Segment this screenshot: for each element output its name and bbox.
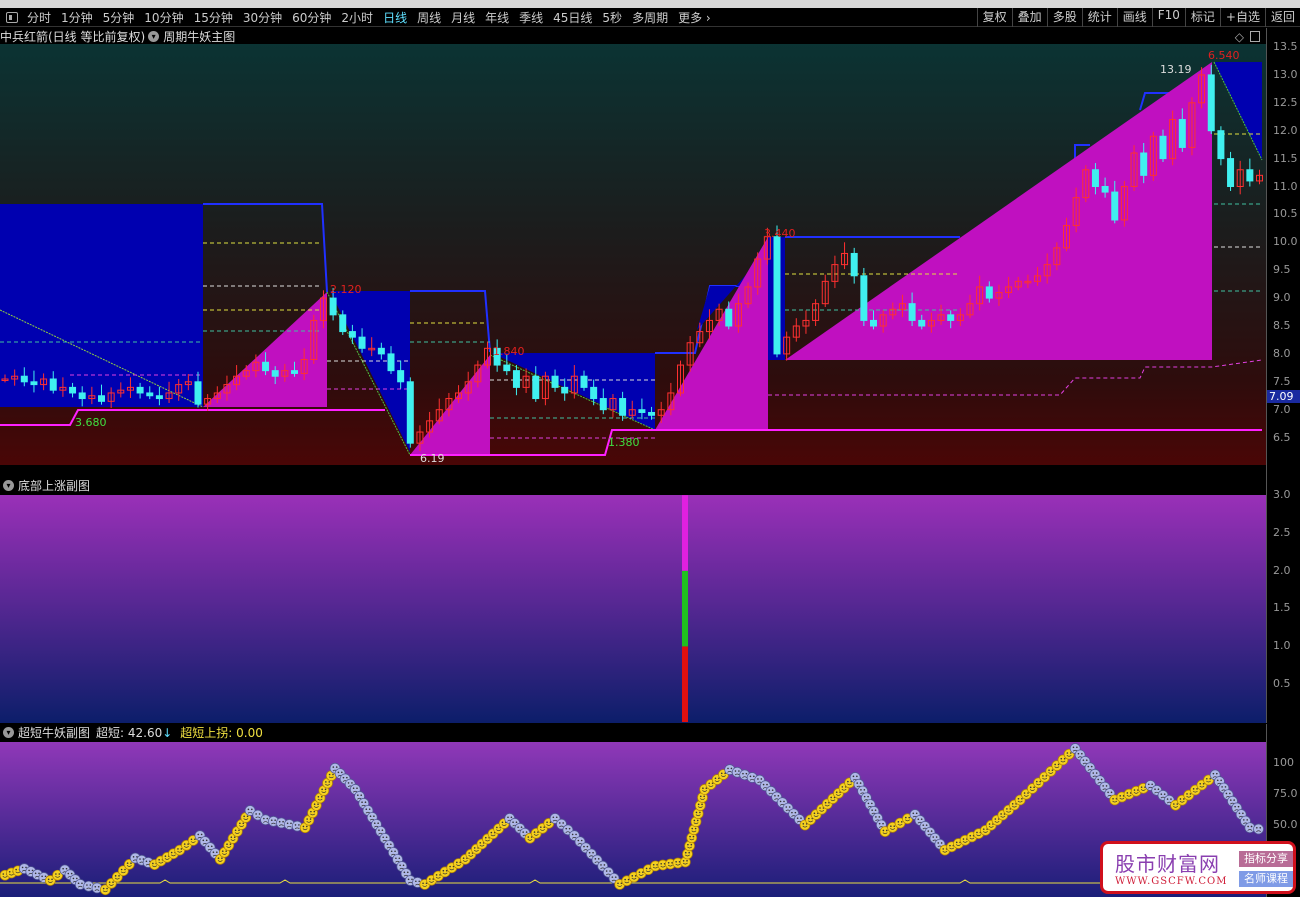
panel-toggle-icon[interactable] (6, 11, 18, 23)
period-tab[interactable]: 年线 (480, 9, 514, 26)
candle (1207, 64, 1215, 135)
axis-tick-label: 9.5 (1273, 263, 1291, 277)
axis-tick-label: 2.0 (1273, 563, 1291, 577)
sub1-header: ▾ 底部上涨副图 (0, 477, 1266, 494)
axis-tick-label: 12.5 (1273, 95, 1298, 109)
watermark-tag: 名师课程 (1239, 871, 1293, 887)
sub1-title[interactable]: 底部上涨副图 (18, 477, 90, 494)
period-tab[interactable]: 月线 (446, 9, 480, 26)
axis-tick-label: 10.0 (1273, 235, 1298, 249)
main-price-chart[interactable]: 3.680 2.120 6.19 1.840 1.380 3.440 6.540… (0, 44, 1266, 465)
axis-tick-label: 1.0 (1273, 639, 1291, 653)
sub1-axis: 3.0 2.5 2.0 1.5 1.0 0.5 (1266, 477, 1300, 723)
axis-tick-label: 2.5 (1273, 525, 1291, 539)
axis-tick-label: 3.0 (1273, 488, 1291, 501)
axis-tick-label: 10.5 (1273, 207, 1298, 221)
tool-button[interactable]: F10 (1151, 8, 1185, 27)
axis-tick-label: 8.0 (1273, 346, 1291, 360)
candle (406, 377, 414, 448)
chart-background (0, 495, 1266, 723)
axis-tick-label: 6.5 (1273, 430, 1291, 444)
diamond-icon[interactable]: ◇ (1235, 30, 1244, 44)
period-tab[interactable]: 1分钟 (56, 9, 98, 26)
label-pct: 1.840 (493, 345, 525, 358)
sub2-value: 超短: 42.60 (96, 726, 163, 740)
axis-tick-label: 13.5 (1273, 40, 1298, 53)
label-support: 1.380 (608, 436, 640, 449)
period-toolbar: 分时 1分钟 5分钟 10分钟 15分钟 30分钟 60分钟 2小时 日线 周线 月线 年线 季线 45日… (0, 8, 1300, 27)
axis-tick-label: 11.0 (1273, 179, 1298, 193)
price-axis[interactable]: 7.09 13.5 13.0 12.5 12.0 11.5 11.0 10.5 10.0 9.5… (1266, 28, 1300, 477)
sub2-chart[interactable] (0, 742, 1266, 897)
indicator-dropdown-icon[interactable]: ▾ (3, 480, 14, 491)
period-tab[interactable]: 5秒 (597, 9, 627, 26)
bar-red (682, 646, 688, 722)
watermark-tag: 指标分享 (1239, 851, 1293, 867)
period-tab[interactable]: 5分钟 (98, 9, 140, 26)
blue-zone (0, 204, 203, 407)
period-tab[interactable]: 更多 › (673, 9, 716, 26)
period-tab[interactable]: 季线 (514, 9, 548, 26)
label-low: 6.19 (420, 452, 445, 465)
label-peak-price: 13.19 (1160, 63, 1192, 76)
label-support: 3.680 (75, 416, 107, 429)
axis-tick-label: 100 (1273, 756, 1294, 769)
main-indicator-name[interactable]: 周期牛妖主图 (163, 28, 235, 45)
indicator-dropdown-icon[interactable]: ▾ (148, 31, 160, 42)
axis-tick-label: 11.5 (1273, 151, 1298, 165)
tool-button[interactable]: 复权 (976, 8, 1012, 27)
bar-green (682, 570, 688, 647)
period-tab[interactable]: 周线 (412, 9, 446, 26)
main-chart-header: 中兵红箭(日线 等比前复权) ▾ 周期牛妖主图 ◇ (0, 28, 1266, 45)
axis-tick-label: 9.0 (1273, 291, 1291, 305)
stock-title: 中兵红箭(日线 等比前复权) (0, 30, 146, 44)
axis-tick-label: 13.0 (1273, 67, 1298, 81)
axis-tick-label: 12.0 (1273, 123, 1298, 137)
right-tools: 复权 叠加 多股 统计 画线 F10 标记 +自选 返回 (976, 8, 1300, 27)
period-tab[interactable]: 15分钟 (189, 9, 238, 26)
period-tab[interactable]: 多周期 (627, 9, 673, 26)
indicator-dropdown-icon[interactable]: ▾ (3, 727, 14, 738)
current-price-tag: 7.09 (1267, 390, 1300, 403)
watermark-name: 股市财富网 (1115, 852, 1220, 876)
axis-tick-label: 75.0 (1273, 787, 1298, 800)
tool-button[interactable]: 返回 (1264, 8, 1300, 27)
watermark-logo: 股市财富网 WWW.GSCFW.COM 指标分享 名师课程 (1100, 841, 1296, 894)
candle (860, 267, 868, 326)
axis-tick-label: 7.5 (1273, 374, 1291, 388)
frown-face-icon (1244, 822, 1256, 834)
period-tab[interactable]: 30分钟 (238, 9, 287, 26)
axis-tick-label: 50.0 (1273, 818, 1298, 831)
sub2-header: ▾ 超短牛妖副图 超短: 42.60 ↓ 超短上拐: 0.00 (0, 724, 1266, 741)
tool-button[interactable]: 多股 (1046, 8, 1082, 27)
sub2-title[interactable]: 超短牛妖副图 (18, 724, 90, 741)
frown-face-icon (1253, 823, 1264, 835)
axis-tick-label: 1.5 (1273, 601, 1291, 615)
axis-tick-label: 7.0 (1273, 402, 1291, 416)
tool-button[interactable]: 统计 (1081, 8, 1117, 27)
tool-button[interactable]: 标记 (1184, 8, 1220, 27)
bar-magenta (682, 495, 688, 571)
axis-tick-label: 8.5 (1273, 319, 1291, 332)
label-peak-pct: 6.540 (1208, 49, 1240, 62)
label-pct: 3.440 (764, 227, 796, 240)
window-top-strip (0, 0, 1300, 8)
candle (773, 225, 781, 358)
label-pct: 2.120 (330, 283, 362, 296)
sub1-chart[interactable] (0, 495, 1266, 723)
panel-toggle-icon[interactable] (1250, 31, 1260, 42)
period-tab[interactable]: 日线 (378, 9, 412, 26)
period-tab[interactable]: 10分钟 (139, 9, 188, 26)
watermark-url: WWW.GSCFW.COM (1115, 876, 1228, 887)
period-tab[interactable]: 2小时 (336, 9, 378, 26)
period-tab[interactable]: 分时 (22, 9, 56, 26)
down-arrow-icon: ↓ (162, 725, 173, 740)
tool-button[interactable]: 叠加 (1011, 8, 1047, 27)
period-tab[interactable]: 45日线 (548, 9, 597, 26)
sub2-value2: 超短上拐: 0.00 (180, 726, 263, 740)
tool-button[interactable]: +自选 (1219, 8, 1265, 27)
tool-button[interactable]: 画线 (1116, 8, 1152, 27)
axis-tick-label: 0.5 (1273, 677, 1291, 690)
period-tab[interactable]: 60分钟 (287, 9, 336, 26)
